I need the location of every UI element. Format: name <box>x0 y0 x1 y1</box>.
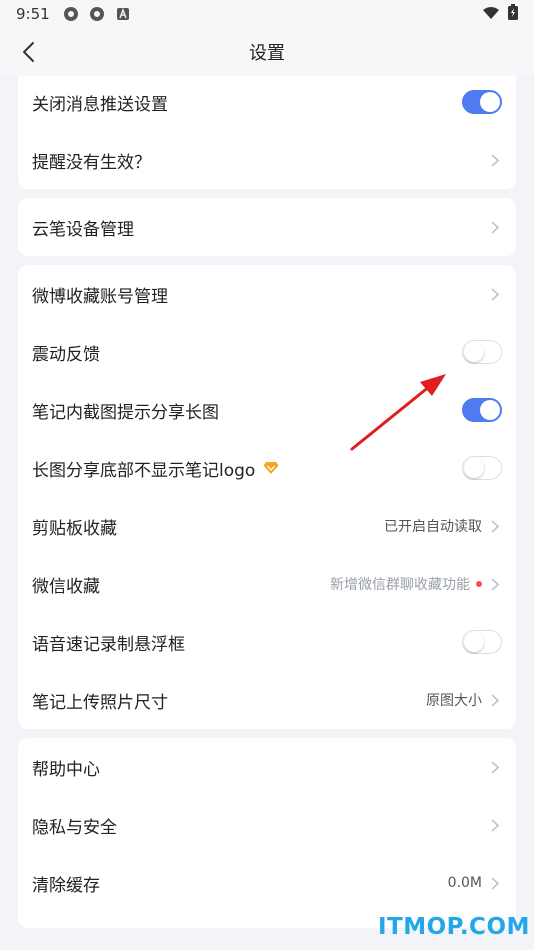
setting-label: 笔记内截图提示分享长图 <box>32 402 219 423</box>
chevron-right-icon <box>488 287 502 301</box>
setting-row-help[interactable]: 帮助中心 <box>18 738 516 796</box>
setting-label: 语音速记录制悬浮框 <box>32 634 185 655</box>
setting-row-voice-float[interactable]: 语音速记录制悬浮框 <box>18 613 516 671</box>
back-button[interactable] <box>14 38 42 66</box>
setting-label: 笔记上传照片尺寸 <box>32 692 168 713</box>
vip-diamond-icon <box>263 460 279 476</box>
push-toggle[interactable] <box>462 90 502 114</box>
wifi-icon <box>482 5 500 24</box>
setting-row-reminder-help[interactable]: 提醒没有生效？ <box>18 131 516 189</box>
chevron-right-icon <box>488 577 502 591</box>
setting-row-clipboard[interactable]: 剪贴板收藏 已开启自动读取 <box>18 497 516 555</box>
setting-label: 剪贴板收藏 <box>32 518 117 539</box>
status-bar: 9:51 <box>0 0 534 28</box>
status-time: 9:51 <box>16 5 50 23</box>
chevron-right-icon <box>488 760 502 774</box>
setting-label: 提醒没有生效？ <box>32 152 151 173</box>
nav-header: 设置 <box>0 28 534 76</box>
setting-label: 帮助中心 <box>32 759 100 780</box>
settings-group-support: 帮助中心 隐私与安全 清除缓存 0.0M <box>18 738 516 928</box>
chevron-right-icon <box>488 818 502 832</box>
setting-label: 微博收藏账号管理 <box>32 286 168 307</box>
setting-row-clear-cache[interactable]: 清除缓存 0.0M <box>18 854 516 912</box>
setting-row-vibration[interactable]: 震动反馈 <box>18 323 516 381</box>
setting-row-screenshot-share[interactable]: 笔记内截图提示分享长图 <box>18 381 516 439</box>
screenshot-share-toggle[interactable] <box>462 398 502 422</box>
cache-size: 0.0M <box>447 875 482 891</box>
settings-group-general: 微博收藏账号管理 震动反馈 笔记内截图提示分享长图 长图分享底部不显示笔记log… <box>18 265 516 729</box>
chevron-right-icon <box>488 220 502 234</box>
watermark: ITMOP.COM <box>378 914 530 940</box>
new-badge-dot <box>476 581 482 587</box>
voice-float-toggle[interactable] <box>462 630 502 654</box>
settings-group-notifications: 关闭消息推送设置 提醒没有生效？ <box>18 76 516 189</box>
settings-group-device: 云笔设备管理 <box>18 198 516 256</box>
setting-label: 隐私与安全 <box>32 817 117 838</box>
setting-label: 微信收藏 <box>32 576 100 597</box>
wechat-feature-hint: 新增微信群聊收藏功能 <box>330 577 470 593</box>
photo-size-value: 原图大小 <box>426 693 482 709</box>
setting-label: 长图分享底部不显示笔记logo <box>32 460 256 481</box>
setting-row-weibo[interactable]: 微博收藏账号管理 <box>18 265 516 323</box>
page-title: 设置 <box>249 43 285 64</box>
battery-icon <box>508 4 518 24</box>
chevron-right-icon <box>488 876 502 890</box>
app-notification-icon <box>88 5 106 23</box>
clipboard-status: 已开启自动读取 <box>384 519 482 535</box>
setting-label: 云笔设备管理 <box>32 219 134 240</box>
chevron-right-icon <box>488 693 502 707</box>
vibration-toggle[interactable] <box>462 340 502 364</box>
chevron-right-icon <box>488 519 502 533</box>
chevron-left-icon <box>23 42 34 62</box>
setting-row-wechat[interactable]: 微信收藏 新增微信群聊收藏功能 <box>18 555 516 613</box>
setting-row-photo-size[interactable]: 笔记上传照片尺寸 原图大小 <box>18 671 516 729</box>
setting-label: 震动反馈 <box>32 344 100 365</box>
font-notification-icon <box>114 5 132 23</box>
chevron-right-icon <box>488 153 502 167</box>
setting-label: 清除缓存 <box>32 875 100 896</box>
setting-row-push[interactable]: 关闭消息推送设置 <box>18 73 516 131</box>
setting-label: 关闭消息推送设置 <box>32 94 168 115</box>
setting-row-hide-logo[interactable]: 长图分享底部不显示笔记logo <box>18 439 516 497</box>
setting-row-pen-device[interactable]: 云笔设备管理 <box>18 198 516 256</box>
hide-logo-toggle[interactable] <box>462 456 502 480</box>
setting-row-privacy[interactable]: 隐私与安全 <box>18 796 516 854</box>
app-notification-icon <box>62 5 80 23</box>
